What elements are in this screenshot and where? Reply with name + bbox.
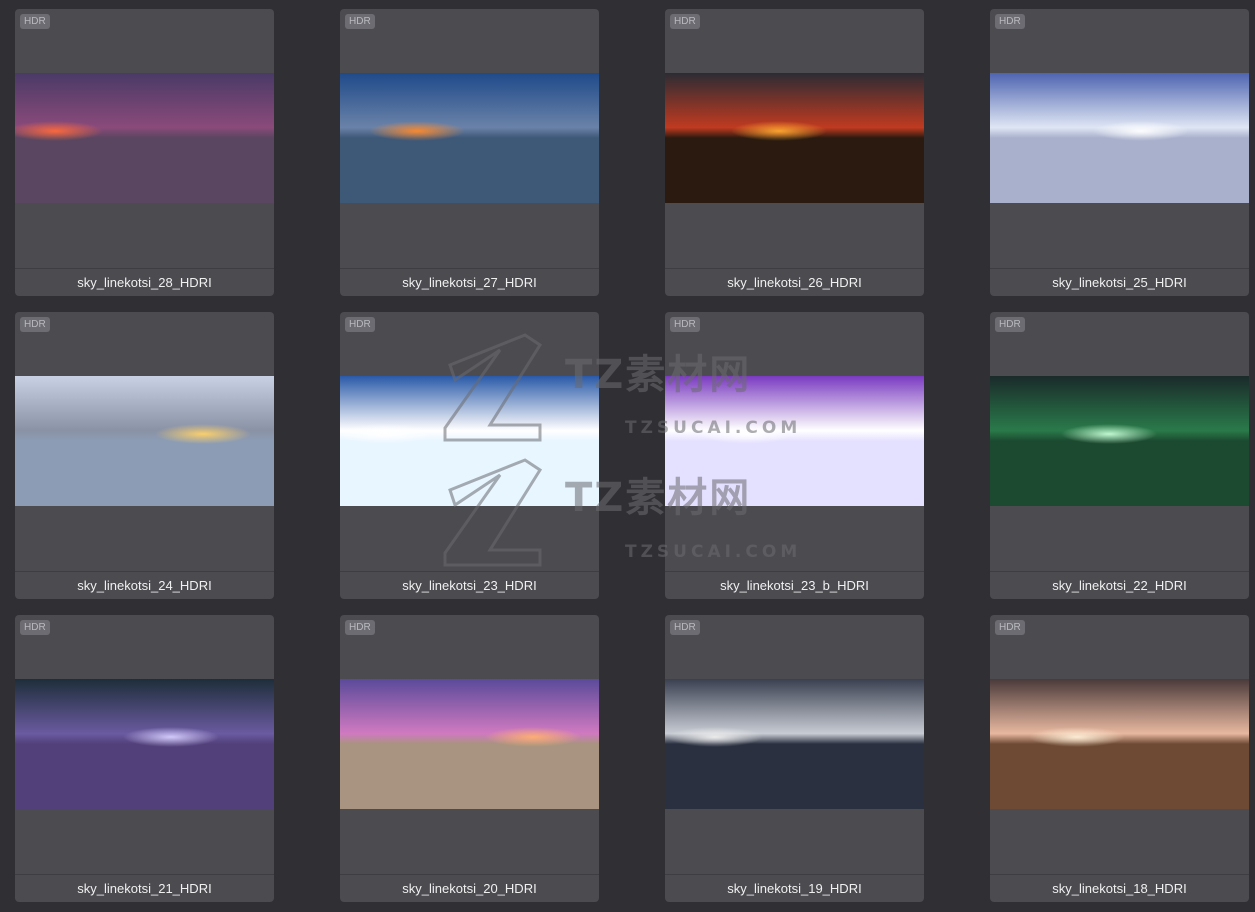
hdri-card[interactable]: HDR sky_linekotsi_19_HDRI [665,615,924,902]
hdr-badge: HDR [995,317,1025,332]
hdri-thumbnail[interactable] [665,679,924,809]
hdri-name-label: sky_linekotsi_27_HDRI [340,268,599,296]
hdri-card[interactable]: HDR sky_linekotsi_18_HDRI [990,615,1249,902]
hdri-grid: HDR sky_linekotsi_28_HDRI HDR sky_linekotsi… [15,9,1249,902]
hdri-card[interactable]: HDR sky_linekotsi_25_HDRI [990,9,1249,296]
hdr-badge: HDR [670,620,700,635]
hdri-name-label: sky_linekotsi_23_HDRI [340,571,599,599]
hdri-thumbnail[interactable] [340,73,599,203]
hdr-badge: HDR [345,620,375,635]
hdri-name-label: sky_linekotsi_28_HDRI [15,268,274,296]
hdri-thumbnail[interactable] [340,679,599,809]
hdri-card[interactable]: HDR sky_linekotsi_27_HDRI [340,9,599,296]
hdri-card[interactable]: HDR sky_linekotsi_20_HDRI [340,615,599,902]
hdri-thumbnail[interactable] [15,679,274,809]
hdri-name-label: sky_linekotsi_26_HDRI [665,268,924,296]
hdr-badge: HDR [20,620,50,635]
hdri-thumbnail[interactable] [665,73,924,203]
hdri-card[interactable]: HDR sky_linekotsi_28_HDRI [15,9,274,296]
hdri-card[interactable]: HDR sky_linekotsi_21_HDRI [15,615,274,902]
hdr-badge: HDR [670,317,700,332]
hdr-badge: HDR [670,14,700,29]
hdri-thumbnail[interactable] [990,73,1249,203]
hdr-badge: HDR [20,317,50,332]
hdri-thumbnail[interactable] [15,376,274,506]
hdr-badge: HDR [345,317,375,332]
hdri-name-label: sky_linekotsi_22_HDRI [990,571,1249,599]
hdr-badge: HDR [995,14,1025,29]
hdri-name-label: sky_linekotsi_20_HDRI [340,874,599,902]
hdri-thumbnail[interactable] [990,679,1249,809]
hdri-name-label: sky_linekotsi_25_HDRI [990,268,1249,296]
hdri-card[interactable]: HDR sky_linekotsi_23_HDRI [340,312,599,599]
hdri-name-label: sky_linekotsi_23_b_HDRI [665,571,924,599]
hdr-badge: HDR [995,620,1025,635]
hdri-thumbnail[interactable] [990,376,1249,506]
hdri-thumbnail[interactable] [340,376,599,506]
hdri-name-label: sky_linekotsi_24_HDRI [15,571,274,599]
hdri-card[interactable]: HDR sky_linekotsi_22_HDRI [990,312,1249,599]
hdri-thumbnail[interactable] [665,376,924,506]
hdri-name-label: sky_linekotsi_18_HDRI [990,874,1249,902]
hdri-card[interactable]: HDR sky_linekotsi_24_HDRI [15,312,274,599]
hdr-badge: HDR [345,14,375,29]
hdri-card[interactable]: HDR sky_linekotsi_26_HDRI [665,9,924,296]
hdri-thumbnail[interactable] [15,73,274,203]
hdr-badge: HDR [20,14,50,29]
hdri-name-label: sky_linekotsi_19_HDRI [665,874,924,902]
hdri-name-label: sky_linekotsi_21_HDRI [15,874,274,902]
hdri-card[interactable]: HDR sky_linekotsi_23_b_HDRI [665,312,924,599]
